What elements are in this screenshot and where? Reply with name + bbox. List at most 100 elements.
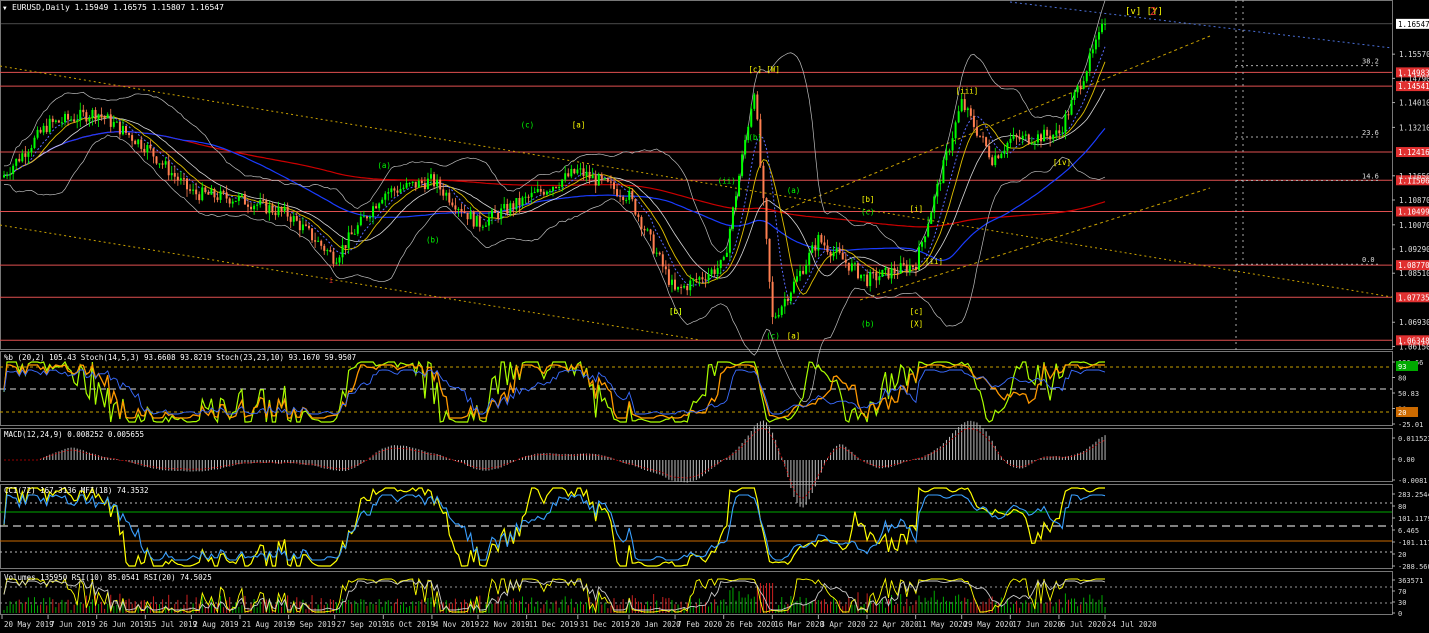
candle-body <box>930 212 933 224</box>
candle-body <box>33 137 36 148</box>
candle-body <box>750 108 753 127</box>
candle-body <box>426 178 429 189</box>
candle-body <box>515 198 518 210</box>
candle-body <box>991 157 994 166</box>
candle-body <box>918 246 920 270</box>
candle-body <box>582 168 585 176</box>
candle-body <box>182 178 185 180</box>
candle-body <box>869 272 872 287</box>
candle-body <box>292 216 295 222</box>
candle-body <box>487 217 490 226</box>
x-tick-label: 22 Apr 2020 <box>869 620 919 629</box>
level-label: 1.07735 <box>1398 293 1429 302</box>
candle-body <box>1076 85 1079 93</box>
candle-body <box>408 182 411 184</box>
candle-body <box>265 200 268 214</box>
candle-body <box>1009 138 1012 143</box>
candle-body <box>786 299 789 302</box>
candle-body <box>475 215 478 227</box>
candle-body <box>585 171 588 176</box>
candle-body <box>661 254 664 267</box>
candle-body <box>972 115 975 127</box>
candle-body <box>738 175 741 197</box>
y-tick-label: 1.10870 <box>1399 196 1429 205</box>
wave-label: [iii] <box>956 87 979 96</box>
level-label: 1.14541 <box>1398 82 1429 91</box>
candle-body <box>250 206 253 210</box>
candle-body <box>430 174 432 179</box>
sub-y-tick-label: 20 <box>1398 551 1406 559</box>
candle-body <box>893 268 896 274</box>
candle-body <box>405 183 408 188</box>
candle-body <box>118 121 121 135</box>
x-tick-label: 16 Mar 2020 <box>774 620 824 629</box>
candle-body <box>326 250 329 252</box>
candle-body <box>27 152 30 157</box>
candle-body <box>1104 23 1107 25</box>
candle-body <box>719 259 722 269</box>
candle-body <box>820 234 823 243</box>
candle-body <box>792 281 795 293</box>
wave-label: (b) <box>426 236 440 245</box>
candle-body <box>225 192 228 199</box>
candle-body <box>155 156 158 164</box>
candle-body <box>390 188 393 193</box>
candle-body <box>1049 135 1052 140</box>
candle-body <box>518 198 521 206</box>
candle-body <box>39 129 42 133</box>
candle-body <box>997 155 1000 159</box>
candle-body <box>899 263 902 274</box>
candle-body <box>143 148 146 153</box>
candle-body <box>201 187 204 201</box>
candle-body <box>939 183 942 185</box>
sub-y-tick-label: 0 <box>1398 610 1402 618</box>
candle-body <box>850 263 853 271</box>
volume-header: Volumes 135950 RSI(10) 85.0541 RSI(20) 7… <box>4 573 212 582</box>
candle-body <box>756 94 759 120</box>
candle-body <box>1015 135 1018 138</box>
y-tick-label: 1.08510 <box>1399 269 1429 278</box>
candle-body <box>158 163 161 165</box>
wave-label: [c] <box>748 65 762 74</box>
candle-body <box>289 216 292 222</box>
wave-label: [c] <box>910 307 924 316</box>
candle-body <box>1091 49 1094 54</box>
candle-body <box>555 186 558 188</box>
candle-body <box>780 306 783 315</box>
candle-body <box>48 118 51 133</box>
candle-body <box>472 211 475 227</box>
candle-body <box>957 111 960 123</box>
candle-body <box>713 269 716 274</box>
candle-body <box>121 126 124 135</box>
candle-body <box>658 252 661 255</box>
x-tick-label: 7 Feb 2020 <box>677 620 723 629</box>
candle-body <box>365 216 368 219</box>
candle-body <box>591 175 594 179</box>
candle-body <box>6 175 9 177</box>
trendline-channel-upper <box>779 35 1211 213</box>
candle-body <box>613 182 615 190</box>
candle-body <box>70 119 73 121</box>
candle-body <box>570 168 573 177</box>
x-tick-label: 15 Jul 2019 <box>147 620 197 629</box>
sub-y-tick-label: 283.2544 <box>1398 491 1429 499</box>
candle-body <box>680 286 683 288</box>
candle-body <box>799 270 802 277</box>
candle-body <box>112 121 115 127</box>
candle-body <box>161 163 164 165</box>
sub-y-tick-label: 80 <box>1398 375 1406 383</box>
candle-body <box>359 216 362 226</box>
chart-canvas: 1.149831.145411.124161.115061.104991.087… <box>0 0 1429 629</box>
candle-body <box>1030 143 1033 145</box>
wave-label: (a) <box>377 161 391 170</box>
x-tick-label: 20 May 2019 <box>4 620 54 629</box>
candle-body <box>298 220 301 231</box>
sub-y-tick-label: -288.5602 <box>1398 563 1429 571</box>
candle-body <box>100 114 103 117</box>
wave-label: [b] <box>669 307 683 316</box>
candle-body <box>536 188 539 193</box>
candle-body <box>332 251 335 264</box>
candle-body <box>689 280 692 291</box>
bollinger-upper <box>3 0 1106 253</box>
candle-body <box>97 114 100 120</box>
